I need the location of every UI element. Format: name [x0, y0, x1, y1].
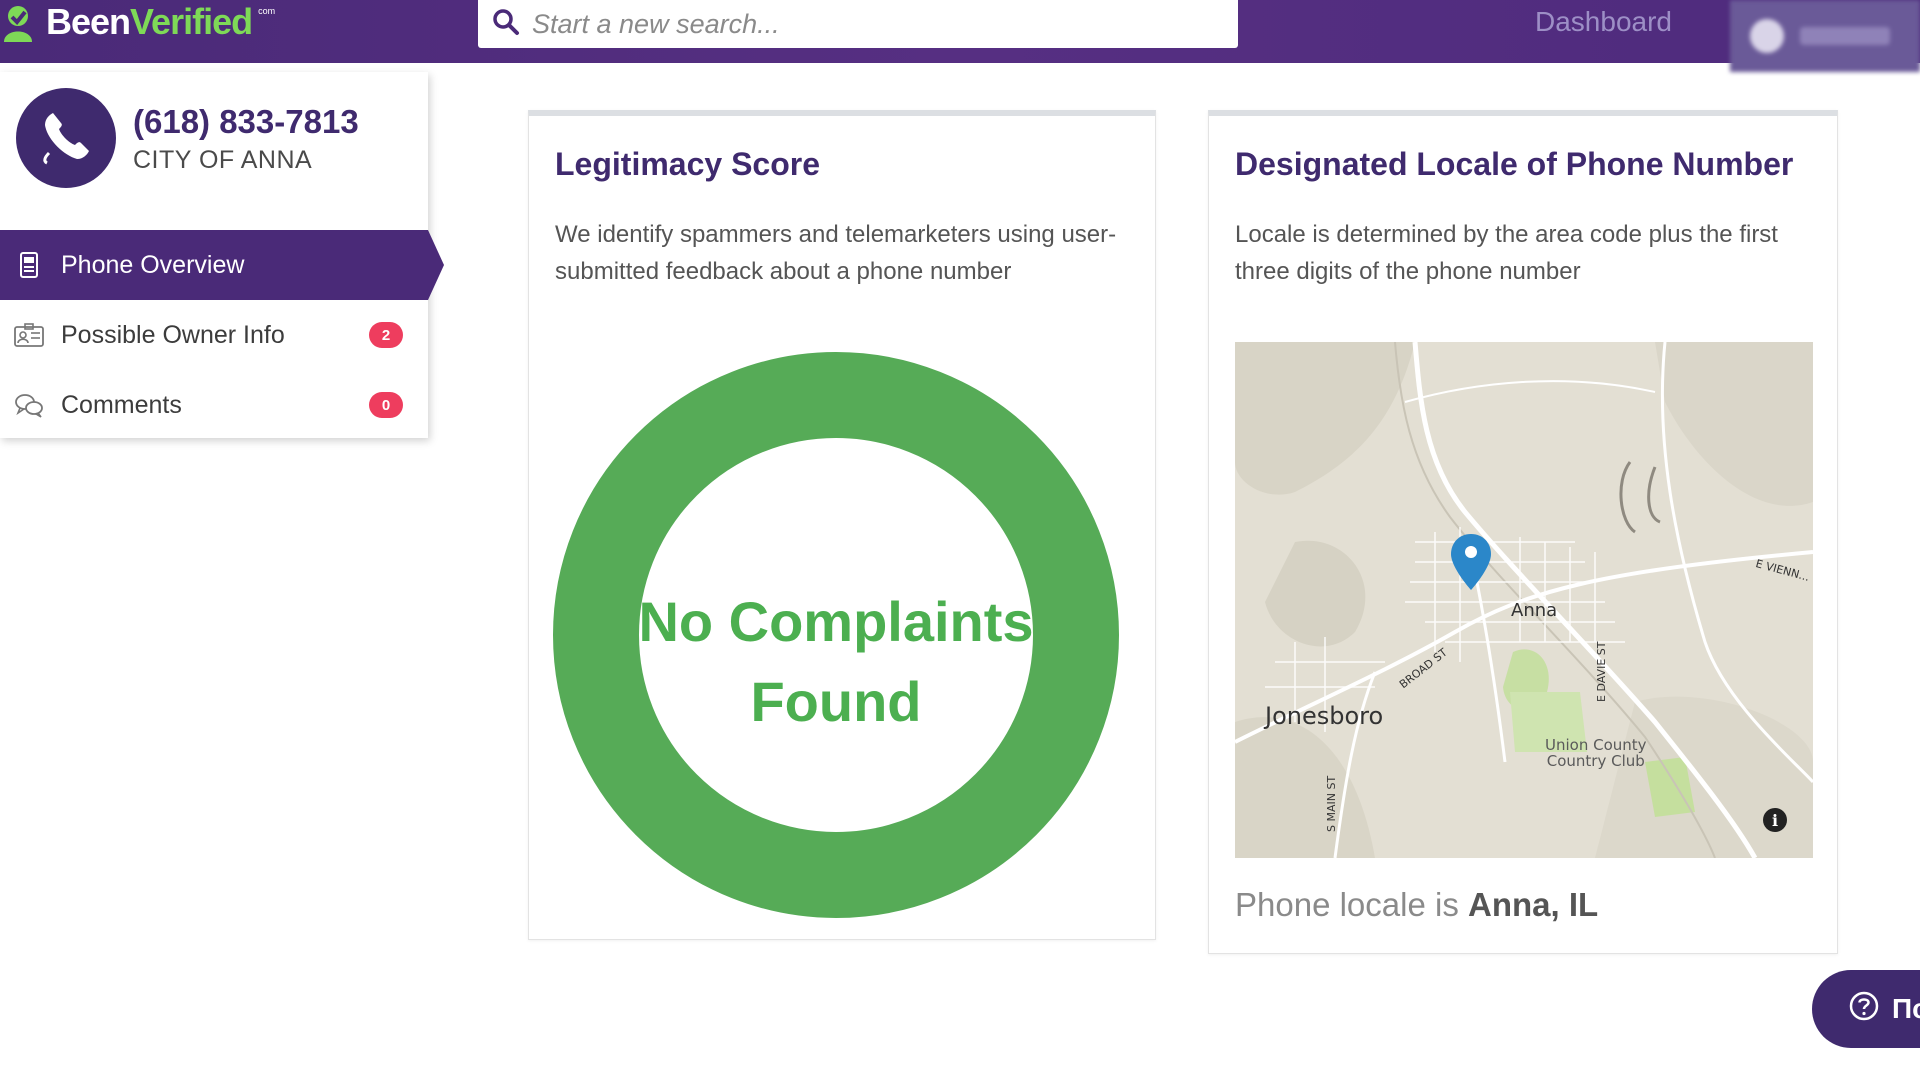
map-label-jonesboro: Jonesboro: [1265, 702, 1384, 730]
legitimacy-description: We identify spammers and telemarketers u…: [555, 221, 1117, 285]
sidebar-item-label: Possible Owner Info: [61, 320, 285, 349]
legitimacy-donut-chart: No Complaints Found: [553, 352, 1119, 918]
map-label-main-st: S MAIN ST: [1325, 775, 1338, 832]
nav-dashboard-link[interactable]: Dashboard: [1535, 6, 1672, 38]
search-icon: [492, 8, 520, 41]
question-circle-icon: [1848, 990, 1880, 1029]
phone-number: (618) 833-7813: [133, 102, 359, 140]
user-avatar: [1750, 19, 1784, 53]
phone-document-icon: [14, 250, 44, 280]
logo-wordmark: BeenVerified: [46, 1, 253, 42]
help-button[interactable]: Пс: [1812, 970, 1920, 1048]
phone-city: CITY OF ANNA: [133, 145, 313, 174]
search-input[interactable]: [532, 8, 1212, 40]
legitimacy-score-card: Legitimacy Score We identify spammers an…: [528, 110, 1156, 940]
sidebar-item-phone-overview[interactable]: Phone Overview: [0, 230, 444, 300]
top-navigation-bar: BeenVerified com Dashboard: [0, 0, 1920, 72]
sidebar-item-comments[interactable]: Comments 0: [0, 370, 428, 440]
phone-header: (618) 833-7813 CITY OF ANNA: [16, 88, 359, 188]
comments-count-badge: 0: [369, 392, 403, 418]
help-button-label: Пс: [1892, 993, 1920, 1024]
location-pin-icon: [1449, 532, 1493, 597]
report-sidebar: (618) 833-7813 CITY OF ANNA Phone Overvi…: [0, 72, 444, 440]
map-label-club: Union County Country Club: [1545, 736, 1647, 770]
locale-description: Locale is determined by the area code pl…: [1235, 221, 1778, 285]
map-label-davie-st: E DAVIE ST: [1595, 641, 1608, 702]
map-label-anna: Anna: [1511, 600, 1558, 621]
logo-suffix: com: [258, 6, 276, 16]
map-info-icon[interactable]: i: [1763, 808, 1787, 832]
user-name-blurred: [1800, 27, 1890, 45]
user-menu[interactable]: [1730, 0, 1920, 72]
logo-mark-icon: [0, 2, 40, 42]
sidebar-item-label: Comments: [61, 390, 182, 419]
beenverified-logo[interactable]: BeenVerified com: [0, 0, 275, 44]
locale-title: Designated Locale of Phone Number: [1235, 146, 1794, 182]
owner-info-count-badge: 2: [369, 322, 403, 348]
designated-locale-card: Designated Locale of Phone Number Locale…: [1208, 110, 1838, 954]
chat-bubbles-icon: [14, 390, 44, 420]
legitimacy-title: Legitimacy Score: [555, 146, 820, 182]
no-complaints-label: No Complaints Found: [638, 590, 1034, 733]
sidebar-item-label: Phone Overview: [61, 250, 245, 279]
search-bar[interactable]: [478, 0, 1238, 48]
phone-handset-icon: [16, 88, 116, 188]
id-card-icon: [14, 320, 44, 350]
sidebar-nav: Phone Overview Possible Owner Info 2 Com…: [0, 230, 444, 440]
sidebar-item-possible-owner-info[interactable]: Possible Owner Info 2: [0, 300, 428, 370]
phone-locale-text: Phone locale is Anna, IL: [1235, 886, 1599, 923]
phone-locale-value: Anna, IL: [1467, 886, 1599, 923]
locale-map[interactable]: Anna Jonesboro Union County Country Club…: [1235, 342, 1813, 858]
